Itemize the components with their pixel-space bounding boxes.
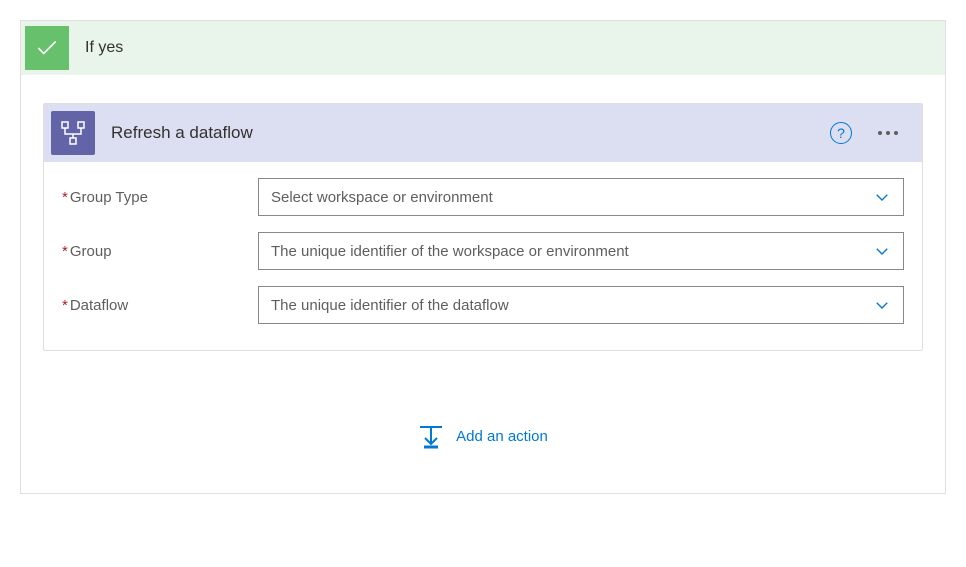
group-type-dropdown[interactable]: Select workspace or environment bbox=[258, 178, 904, 216]
chevron-down-icon bbox=[873, 296, 891, 314]
add-action-button[interactable]: Add an action bbox=[418, 423, 548, 449]
field-group: *Group The unique identifier of the work… bbox=[62, 232, 904, 270]
field-label: *Dataflow bbox=[62, 297, 258, 314]
action-header[interactable]: Refresh a dataflow ? bbox=[44, 104, 922, 162]
dataflow-icon bbox=[51, 111, 95, 155]
dataflow-dropdown[interactable]: The unique identifier of the dataflow bbox=[258, 286, 904, 324]
dropdown-placeholder: Select workspace or environment bbox=[271, 189, 493, 206]
field-group-type: *Group Type Select workspace or environm… bbox=[62, 178, 904, 216]
more-menu-icon[interactable] bbox=[874, 127, 902, 139]
dropdown-placeholder: The unique identifier of the dataflow bbox=[271, 297, 509, 314]
add-action-area: Add an action bbox=[43, 351, 923, 469]
chevron-down-icon bbox=[873, 188, 891, 206]
checkmark-icon bbox=[25, 26, 69, 70]
field-dataflow: *Dataflow The unique identifier of the d… bbox=[62, 286, 904, 324]
if-yes-container: If yes Refresh a dataflow ? bbox=[20, 20, 946, 494]
action-title: Refresh a dataflow bbox=[111, 123, 830, 143]
action-card: Refresh a dataflow ? *Group Type Select … bbox=[43, 103, 923, 351]
chevron-down-icon bbox=[873, 242, 891, 260]
add-action-label: Add an action bbox=[456, 428, 548, 445]
help-icon[interactable]: ? bbox=[830, 122, 852, 144]
condition-body: Refresh a dataflow ? *Group Type Select … bbox=[21, 75, 945, 493]
condition-header[interactable]: If yes bbox=[21, 21, 945, 75]
field-label: *Group bbox=[62, 243, 258, 260]
dropdown-placeholder: The unique identifier of the workspace o… bbox=[271, 243, 629, 260]
group-dropdown[interactable]: The unique identifier of the workspace o… bbox=[258, 232, 904, 270]
field-label: *Group Type bbox=[62, 189, 258, 206]
condition-title: If yes bbox=[85, 39, 123, 57]
add-action-icon bbox=[418, 423, 444, 449]
action-fields: *Group Type Select workspace or environm… bbox=[44, 162, 922, 350]
